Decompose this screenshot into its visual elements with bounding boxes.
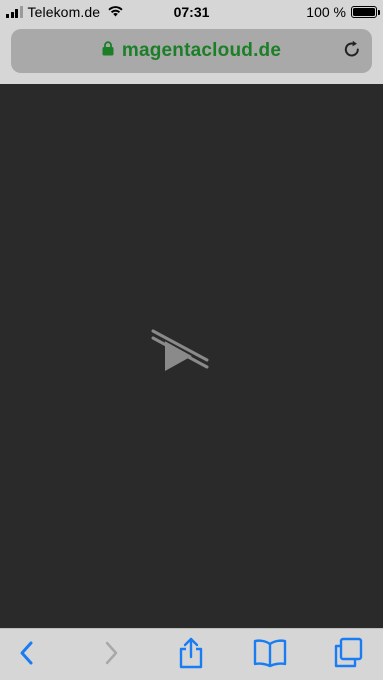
- status-bar: Telekom.de 07:31 100 %: [0, 0, 383, 24]
- forward-button[interactable]: [95, 639, 127, 671]
- video-area[interactable]: [0, 84, 383, 628]
- share-icon: [177, 637, 205, 674]
- reload-icon: [342, 39, 362, 64]
- url-field[interactable]: magentacloud.de: [11, 29, 372, 73]
- bottom-toolbar: [0, 628, 383, 680]
- reload-button[interactable]: [340, 39, 364, 63]
- video-disabled-play-icon: [148, 326, 212, 377]
- bookmarks-button[interactable]: [253, 638, 287, 673]
- share-button[interactable]: [175, 637, 207, 674]
- battery-cap: [378, 10, 380, 15]
- status-right: 100 %: [306, 4, 380, 20]
- back-button[interactable]: [11, 639, 43, 671]
- battery-percent: 100 %: [306, 4, 346, 20]
- battery-level-fill: [353, 8, 375, 16]
- battery-icon: [351, 6, 380, 18]
- url-text: magentacloud.de: [121, 40, 282, 61]
- chevron-right-icon: [101, 639, 121, 672]
- lock-icon: [102, 41, 114, 61]
- address-toolbar: magentacloud.de: [0, 24, 383, 84]
- book-icon: [253, 638, 287, 673]
- url-display[interactable]: magentacloud.de: [11, 29, 372, 73]
- tabs-button[interactable]: [332, 637, 364, 674]
- tabs-icon: [332, 637, 364, 674]
- chevron-left-icon: [17, 639, 37, 672]
- safari-screen: Telekom.de 07:31 100 % magentacloud.de: [0, 0, 383, 680]
